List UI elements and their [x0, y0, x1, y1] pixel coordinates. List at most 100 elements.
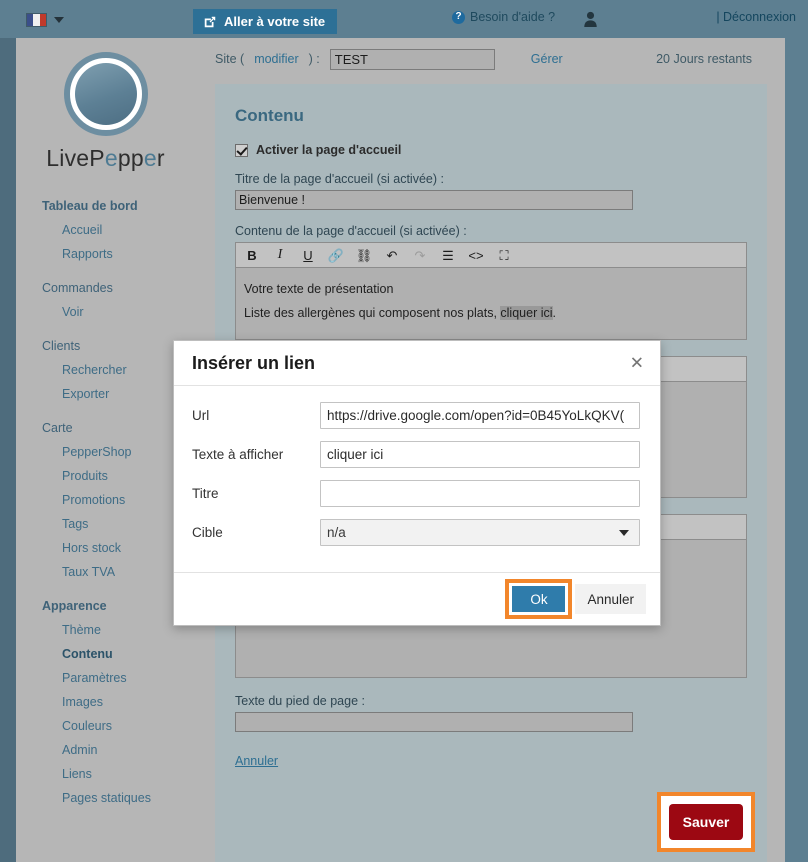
- field-label-texte-afficher: Texte à afficher: [192, 447, 284, 462]
- texte-afficher-input[interactable]: [320, 441, 640, 468]
- days-remaining-label: 20 Jours restants: [656, 52, 752, 66]
- editor-content[interactable]: Votre texte de présentation Liste des al…: [235, 268, 747, 340]
- field-label-titre: Titre: [192, 486, 219, 501]
- editor-line-2-prefix: Liste des allergènes qui composent nos p…: [244, 305, 501, 320]
- site-name-input[interactable]: [329, 48, 495, 70]
- underline-icon[interactable]: U: [300, 247, 316, 263]
- home-content-label: Contenu de la page d'accueil (si activée…: [235, 224, 467, 238]
- ok-button[interactable]: Ok: [512, 586, 566, 612]
- brand-name: LivePepper: [46, 145, 164, 172]
- left-rail: [0, 38, 16, 862]
- field-label-url: Url: [192, 408, 210, 423]
- admin-page: Aller à votre site ? Besoin d'aide ? | D…: [0, 0, 808, 862]
- source-code-icon[interactable]: <>: [468, 247, 484, 263]
- field-label-cible: Cible: [192, 525, 223, 540]
- sidebar-item-liens[interactable]: Liens: [16, 762, 195, 786]
- insert-link-dialog: Insérer un lien ✕ Url Texte à afficher Tit…: [173, 340, 661, 626]
- dialog-field-row: Titre: [192, 480, 642, 507]
- page-title: Contenu: [235, 106, 304, 125]
- link-icon[interactable]: 🔗: [328, 247, 344, 263]
- footer-text-input[interactable]: [235, 712, 633, 732]
- sidebar-item-couleurs[interactable]: Couleurs: [16, 714, 195, 738]
- site-suffix-label: ) :: [308, 52, 320, 66]
- sidebar-group-apparence[interactable]: Apparence: [16, 594, 195, 618]
- bold-icon[interactable]: B: [244, 247, 260, 263]
- sidebar-item-produits[interactable]: Produits: [16, 464, 195, 488]
- site-prefix-label: Site (: [215, 52, 245, 66]
- language-selector[interactable]: [26, 13, 64, 27]
- sidebar-nav: Tableau de bord Accueil Rapports Commandes V…: [16, 194, 195, 810]
- sidebar-item-admin[interactable]: Admin: [16, 738, 195, 762]
- site-modify-link[interactable]: modifier: [254, 52, 298, 66]
- url-input[interactable]: [320, 402, 640, 429]
- sidebar-group-carte[interactable]: Carte: [16, 416, 195, 440]
- brand-name-d2: e: [143, 145, 157, 171]
- footer-text-label: Texte du pied de page :: [235, 694, 365, 708]
- dialog-field-row: Texte à afficher: [192, 441, 642, 468]
- sidebar-item-accueil[interactable]: Accueil: [16, 218, 195, 242]
- sidebar: LivePepper Tableau de bord Accueil Rapport…: [16, 38, 195, 862]
- enable-home-checkbox[interactable]: [235, 143, 248, 157]
- undo-icon[interactable]: ↶: [384, 247, 400, 263]
- french-flag-icon: [26, 13, 47, 27]
- sidebar-item-pages-statiques[interactable]: Pages statiques: [16, 786, 195, 810]
- user-account-icon[interactable]: [583, 11, 598, 27]
- brand-name-d1: e: [104, 145, 118, 171]
- sidebar-item-promotions[interactable]: Promotions: [16, 488, 195, 512]
- brand-logo: LivePepper: [16, 38, 195, 172]
- top-bar: Aller à votre site ? Besoin d'aide ? | D…: [0, 0, 808, 38]
- logout-link[interactable]: | Déconnexion: [716, 10, 796, 24]
- cancel-link[interactable]: Annuler: [235, 754, 278, 768]
- sidebar-group-commandes[interactable]: Commandes: [16, 276, 195, 300]
- home-title-input[interactable]: [235, 190, 633, 210]
- help-button[interactable]: ? Besoin d'aide ?: [452, 10, 555, 24]
- fullscreen-icon[interactable]: ⛶: [496, 247, 512, 263]
- save-button[interactable]: Sauver: [669, 804, 743, 840]
- sidebar-item-taux-tva[interactable]: Taux TVA: [16, 560, 195, 584]
- sidebar-item-tags[interactable]: Tags: [16, 512, 195, 536]
- sidebar-item-th-me[interactable]: Thème: [16, 618, 195, 642]
- chevron-down-icon: [54, 17, 64, 23]
- sidebar-group-clients[interactable]: Clients: [16, 334, 195, 358]
- dialog-body: Url Texte à afficher Titre Cible n/a: [174, 386, 660, 572]
- sidebar-item-hors-stock[interactable]: Hors stock: [16, 536, 195, 560]
- enable-home-row[interactable]: Activer la page d'accueil: [235, 143, 747, 157]
- enable-home-label: Activer la page d'accueil: [256, 143, 402, 157]
- titre-input[interactable]: [320, 480, 640, 507]
- brand-name-p1: LiveP: [46, 145, 105, 171]
- brand-name-p3: r: [156, 145, 165, 171]
- target-select[interactable]: n/a: [320, 519, 640, 546]
- close-icon[interactable]: ✕: [630, 355, 644, 372]
- sidebar-group-tableau-de-bord[interactable]: Tableau de bord: [16, 194, 195, 218]
- editor-toolbar: B I U 🔗 ⛓ ↶ ↷ ☰ <> ⛶: [235, 242, 747, 268]
- dialog-header: Insérer un lien ✕: [174, 341, 660, 386]
- site-bar: Site ( modifier ) : Gérer 20 Jours restant…: [195, 38, 785, 80]
- sidebar-item-param-tres[interactable]: Paramètres: [16, 666, 195, 690]
- redo-icon[interactable]: ↷: [412, 247, 428, 263]
- sidebar-item-images[interactable]: Images: [16, 690, 195, 714]
- target-select-value: n/a: [327, 525, 346, 540]
- dialog-title: Insérer un lien: [192, 352, 316, 373]
- dialog-cancel-button[interactable]: Annuler: [575, 584, 646, 614]
- italic-icon[interactable]: I: [272, 247, 288, 263]
- nav-gap: [16, 266, 195, 276]
- unlink-icon[interactable]: ⛓: [356, 247, 373, 263]
- manage-link[interactable]: Gérer: [531, 52, 563, 66]
- nav-gap: [16, 406, 195, 416]
- home-title-label: Titre de la page d'accueil (si activée) …: [235, 172, 444, 186]
- right-edge-strip: [785, 38, 808, 862]
- sidebar-item-exporter[interactable]: Exporter: [16, 382, 195, 406]
- sidebar-item-contenu[interactable]: Contenu: [16, 642, 195, 666]
- help-label: Besoin d'aide ?: [470, 10, 556, 24]
- bullet-list-icon[interactable]: ☰: [440, 247, 456, 263]
- sidebar-item-rapports[interactable]: Rapports: [16, 242, 195, 266]
- editor-line-1: Votre texte de présentation: [244, 282, 394, 296]
- brand-name-p2: pp: [117, 145, 144, 171]
- sidebar-item-voir[interactable]: Voir: [16, 300, 195, 324]
- logo-ring-icon: [63, 52, 148, 136]
- sidebar-item-peppershop[interactable]: PepperShop: [16, 440, 195, 464]
- sidebar-item-rechercher[interactable]: Rechercher: [16, 358, 195, 382]
- external-link-icon: [204, 16, 216, 27]
- goto-site-button[interactable]: Aller à votre site: [193, 9, 338, 34]
- goto-site-label: Aller à votre site: [224, 14, 326, 29]
